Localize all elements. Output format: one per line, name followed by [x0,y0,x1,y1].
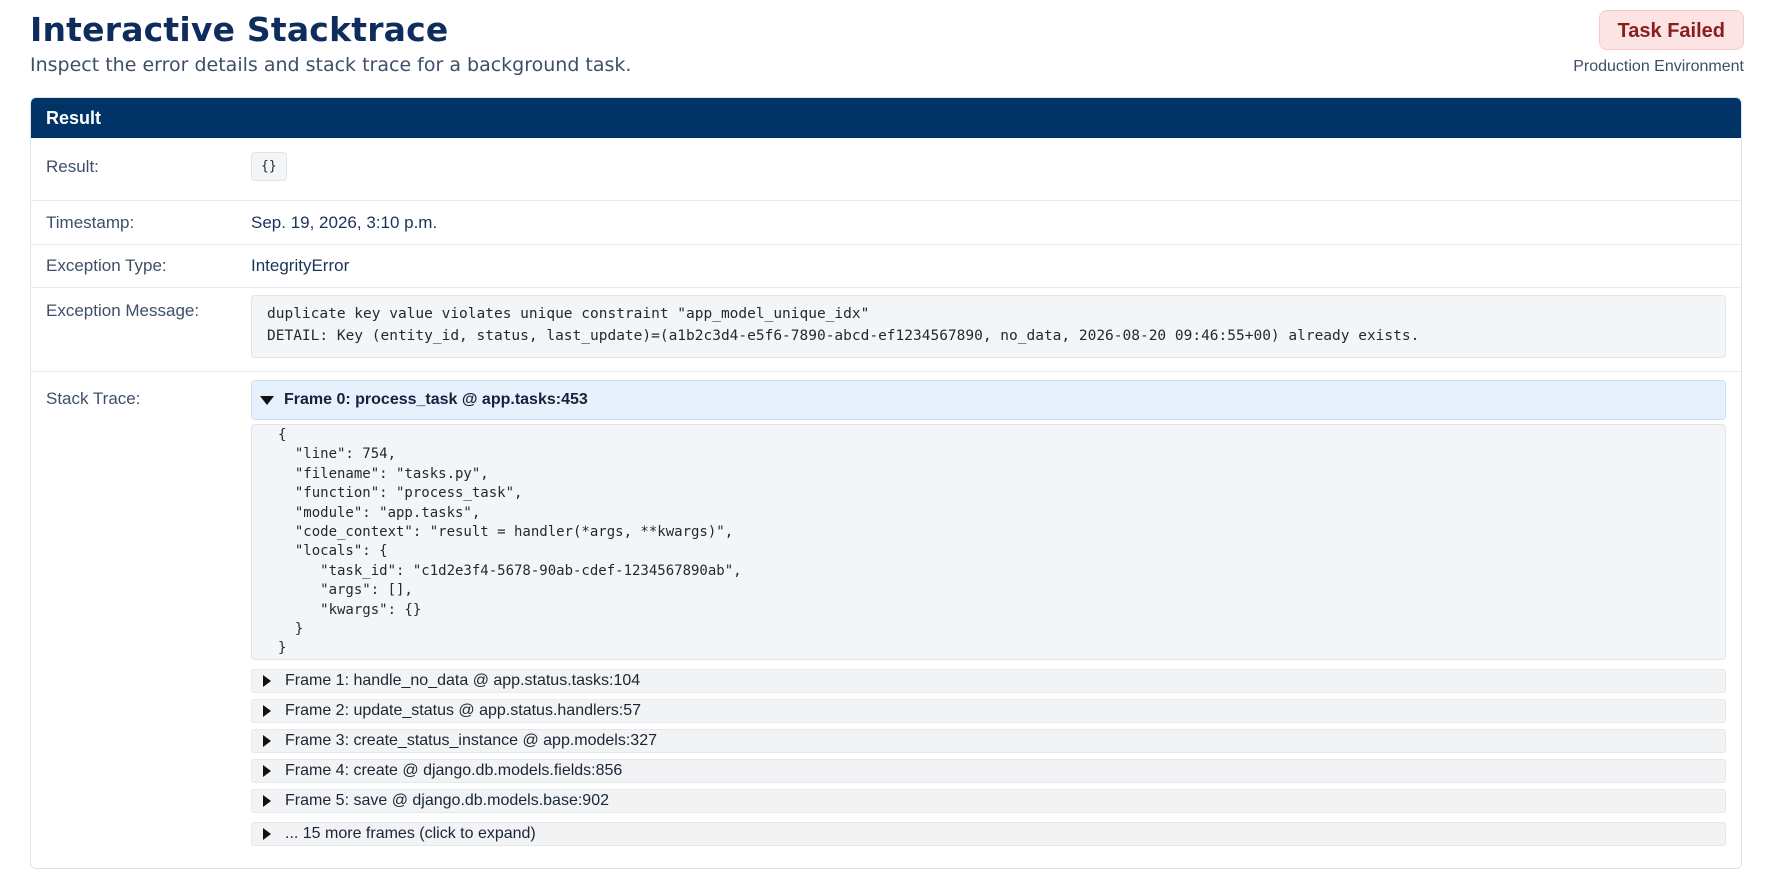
page-header: Interactive Stacktrace Inspect the error… [30,8,1744,86]
timestamp-value: Sep. 19, 2026, 3:10 p.m. [251,213,438,232]
frame-label: Frame 2: update_status @ app.status.hand… [285,702,642,719]
exception-type-label: Exception Type: [46,256,167,275]
result-value: {} [251,152,287,181]
triangle-right-icon [263,735,271,747]
collapsed-frames: Frame 1: handle_no_data @ app.status.tas… [251,669,1726,846]
frame-2-toggle[interactable]: Frame 2: update_status @ app.status.hand… [251,699,1726,723]
result-panel: Result Result: {} Timestamp: Sep. 19, 20… [30,97,1742,869]
frame-1-toggle[interactable]: Frame 1: handle_no_data @ app.status.tas… [251,669,1726,693]
more-frames-toggle[interactable]: ... 15 more frames (click to expand) [251,822,1726,846]
frame-0-label: Frame 0: process_task @ app.tasks:453 [284,391,588,408]
page-title: Interactive Stacktrace [30,10,449,49]
result-row: Result: {} [31,138,1741,201]
frame-label: Frame 5: save @ django.db.models.base:90… [285,792,609,809]
frame-5-toggle[interactable]: Frame 5: save @ django.db.models.base:90… [251,789,1726,813]
frame-3-toggle[interactable]: Frame 3: create_status_instance @ app.mo… [251,729,1726,753]
triangle-right-icon [263,675,271,687]
page-subtitle: Inspect the error details and stack trac… [30,54,632,76]
frame-label: Frame 3: create_status_instance @ app.mo… [285,732,657,749]
frame-4-toggle[interactable]: Frame 4: create @ django.db.models.field… [251,759,1726,783]
timestamp-row: Timestamp: Sep. 19, 2026, 3:10 p.m. [31,201,1741,245]
triangle-down-icon [260,395,274,405]
status-badge: Task Failed [1598,10,1744,50]
timestamp-label: Timestamp: [46,213,135,232]
stack-trace: Frame 0: process_task @ app.tasks:453 { … [251,372,1741,846]
exception-message-row: Exception Message: duplicate key value v… [31,288,1741,372]
triangle-right-icon [263,765,271,777]
frame-0-details: { "line": 754, "filename": "tasks.py", "… [251,424,1726,660]
result-label: Result: [46,157,99,176]
triangle-right-icon [263,828,271,840]
frame-0-toggle[interactable]: Frame 0: process_task @ app.tasks:453 [251,380,1726,420]
exception-message-label: Exception Message: [46,301,200,320]
panel-title: Result [31,98,1741,138]
exception-type-row: Exception Type: IntegrityError [31,245,1741,288]
exception-message-value: duplicate key value violates unique cons… [251,295,1726,358]
stack-trace-label: Stack Trace: [46,389,141,408]
frame-label: Frame 1: handle_no_data @ app.status.tas… [285,672,641,689]
stack-trace-row: Stack Trace: Frame 0: process_task @ app… [31,372,1741,846]
exception-type-value: IntegrityError [251,256,350,275]
triangle-right-icon [263,795,271,807]
frame-label: Frame 4: create @ django.db.models.field… [285,762,623,779]
triangle-right-icon [263,705,271,717]
environment-label: Production Environment [1573,58,1744,75]
more-frames-label: ... 15 more frames (click to expand) [285,825,536,842]
